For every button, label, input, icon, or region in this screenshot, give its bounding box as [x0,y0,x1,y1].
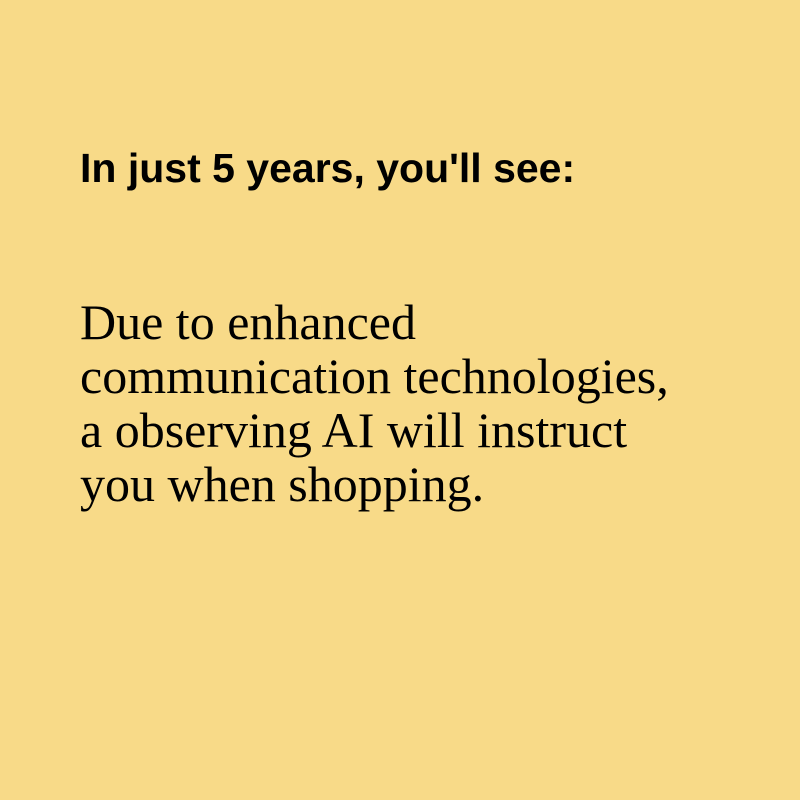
card-body-text: Due to enhanced communication technologi… [80,294,669,512]
prediction-card: In just 5 years, you'll see: Due to enha… [0,0,800,800]
card-heading: In just 5 years, you'll see: [80,145,576,191]
